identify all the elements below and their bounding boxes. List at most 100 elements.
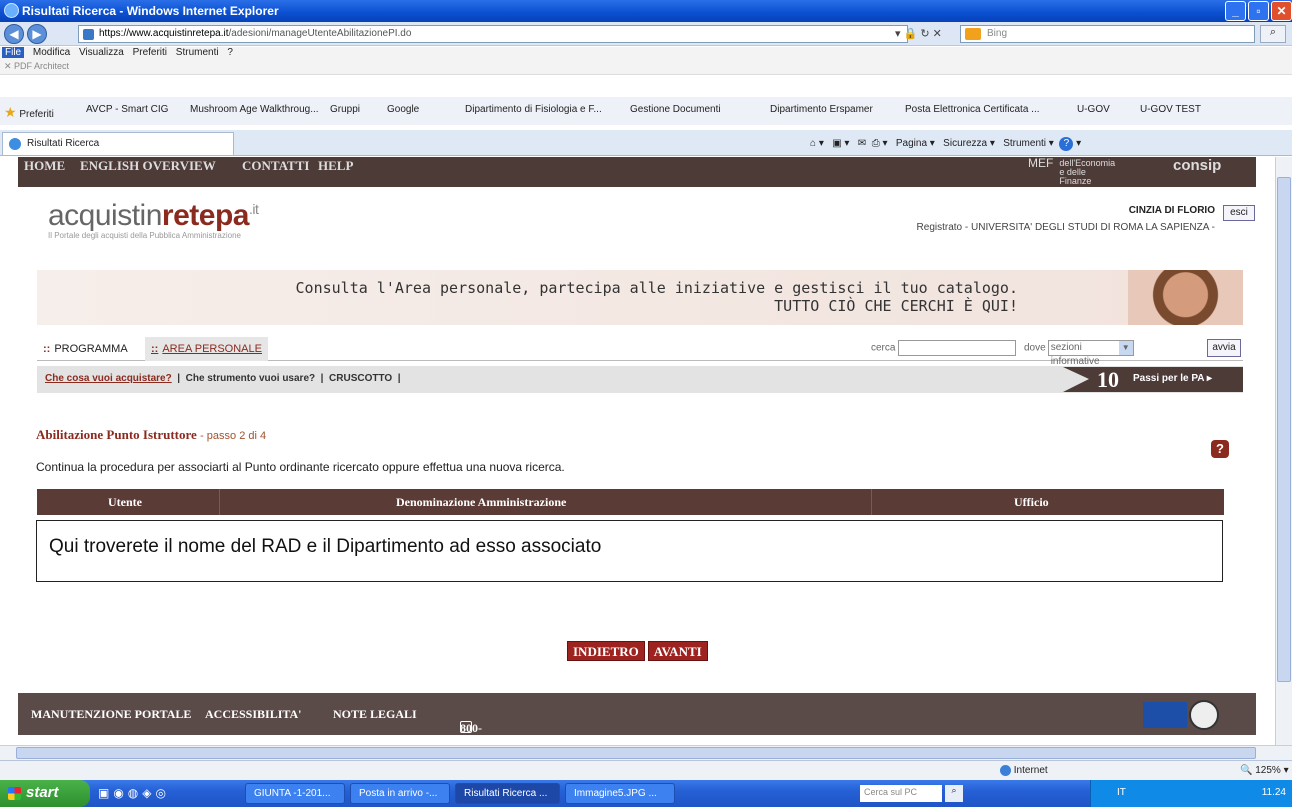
banner-line-1: Consulta l'Area personale, partecipa all… [295,279,1018,297]
clock: 11.24 [1261,787,1286,798]
windows-logo-icon [8,787,21,800]
maximize-button[interactable]: ▫ [1248,1,1269,21]
site-search: cerca [871,340,1017,356]
minimize-button[interactable]: _ [1225,1,1246,21]
nav-home[interactable]: HOME [24,158,65,174]
task-posta[interactable]: Posta in arrivo -... [350,783,450,804]
menu-preferiti[interactable]: Preferiti [133,47,167,58]
footer-note-legali[interactable]: NOTE LEGALI [333,707,417,722]
taskbar: start ▣◉◍◈◎ GIUNTA -1-201... Posta in ar… [0,780,1292,807]
quick-launch[interactable]: ▣◉◍◈◎ [98,786,170,800]
search-scope: dove sezioni informative ▼ [1024,340,1134,367]
start-button[interactable]: start [0,780,90,807]
logout-button[interactable]: esci [1223,205,1255,221]
dieci-passi-link[interactable]: 10 Passi per le PA ▸ [1063,367,1243,392]
taskbar-search-icon[interactable]: ⌕ [945,785,963,802]
fav-avcp[interactable]: AVCP - Smart CIG [86,104,168,115]
footer-manutenzione[interactable]: MANUTENZIONE PORTALE [31,707,191,722]
submenu-cruscotto[interactable]: CRUSCOTTO [329,373,392,384]
url-path: /adesioni/manageUtenteAbilitazionePI.do [228,28,412,39]
scope-select[interactable]: sezioni informative ▼ [1047,340,1134,367]
nav-english-overview[interactable]: ENGLISH OVERVIEW [80,158,216,174]
footer-accessibilita[interactable]: ACCESSIBILITA' [205,707,301,722]
pagina-menu[interactable]: Pagina [896,138,927,149]
col-utente: Utente [108,495,142,509]
horizontal-scrollbar[interactable] [0,745,1292,760]
ie-logo-icon [4,3,19,18]
fav-google[interactable]: Google [387,104,419,115]
search-input[interactable]: Bing [960,25,1255,43]
menu-area-personale[interactable]: :: AREA PERSONALE [145,337,268,361]
menu-bar: File Modifica Visualizza Preferiti Strum… [0,47,1292,61]
task-giunta[interactable]: GIUNTA -1-201... [245,783,345,804]
menu-strumenti[interactable]: Strumenti [176,47,219,58]
site-search-input[interactable] [898,340,1017,356]
logo-tagline: Il Portale degli acquisti della Pubblica… [48,231,241,240]
chevron-down-icon: ▼ [1118,341,1133,355]
zoom-control[interactable]: 🔍 125% ▾ [1240,765,1289,776]
submenu-strumento[interactable]: Che strumento vuoi usare? [186,373,315,384]
search-go-button[interactable]: ⌕ [1260,25,1286,43]
zone-indicator: Internet [1000,765,1048,776]
fav-dipartimento-fisiologia[interactable]: Dipartimento di Fisiologia e F... [465,104,602,115]
menu-help[interactable]: ? [227,47,233,58]
fav-gestione-documenti[interactable]: Gestione Documenti [630,104,721,115]
fav-gruppi[interactable]: Gruppi [330,104,360,115]
home-icon[interactable]: ⌂ ▾ [810,138,824,149]
fav-ugov-test[interactable]: U-GOV TEST [1140,104,1201,115]
menu-file[interactable]: File [2,47,25,58]
security-lock-icon[interactable]: ▾ 🔒 ↻ ✕ [895,27,942,40]
taskbar-search-input[interactable]: Cerca sul PC [860,785,942,802]
command-bar: ⌂ ▾ ▣ ▾ ✉ ⎙ ▾ Pagina ▾ Sicurezza ▾ Strum… [810,137,1082,151]
url-input[interactable]: https://www.acquistinretepa.it/adesioni/… [78,25,908,43]
mef-logo: MEF dell'Economia e delle Finanze [1028,157,1116,186]
site-footer: MANUTENZIONE PORTALE ACCESSIBILITA' NOTE… [18,693,1256,745]
promo-banner[interactable]: Consulta l'Area personale, partecipa all… [37,270,1243,325]
user-info: CINZIA DI FLORIO Registrato - UNIVERSITA… [917,205,1215,233]
feeds-icon[interactable]: ▣ ▾ [832,138,849,149]
back-button[interactable]: INDIETRO [567,641,645,661]
user-name: CINZIA DI FLORIO [1128,205,1215,216]
annotation-box: Qui troverete il nome del RAD e il Dipar… [36,520,1223,582]
address-bar: ◀ ▶ https://www.acquistinretepa.it/adesi… [0,22,1292,46]
print-icon[interactable]: ⎙ ▾ [872,138,888,149]
search-label: cerca [871,342,896,354]
forward-nav-button[interactable]: ▶ [27,24,47,44]
nav-help[interactable]: HELP [318,158,353,174]
next-button[interactable]: AVANTI [647,641,708,661]
window-title: Risultati Ricerca - Windows Internet Exp… [22,4,279,18]
strumenti-menu[interactable]: Strumenti [1003,138,1046,149]
consip-logo: consip [1173,157,1222,174]
fav-mushroom[interactable]: Mushroom Age Walkthroug... [190,104,319,115]
dieci-passi-label: Passi per le PA ▸ [1133,373,1212,384]
sicurezza-menu[interactable]: Sicurezza [943,138,987,149]
language-indicator[interactable]: IT [1117,787,1126,798]
dove-label: dove [1024,342,1046,354]
back-nav-button[interactable]: ◀ [4,24,24,44]
task-immagine5[interactable]: Immagine5.JPG ... [565,783,675,804]
window-title-bar: Risultati Ricerca - Windows Internet Exp… [0,0,1292,22]
question-help-icon[interactable]: ? [1211,440,1229,458]
fav-pec[interactable]: Posta Elettronica Certificata ... [905,104,1040,115]
pdf-close-icon[interactable]: ✕ [4,61,14,71]
mail-icon[interactable]: ✉ [858,138,866,149]
menu-visualizza[interactable]: Visualizza [79,47,124,58]
tab-risultati-ricerca[interactable]: Risultati Ricerca [2,132,234,155]
vertical-scrollbar[interactable] [1275,157,1292,745]
nav-contatti[interactable]: CONTATTI [242,158,309,174]
task-risultati-ricerca[interactable]: Risultati Ricerca ... [455,783,560,804]
help-icon[interactable]: ? [1059,137,1074,151]
fav-dipartimento-erspamer[interactable]: Dipartimento Erspamer [770,104,873,115]
ie-page-icon [9,138,21,150]
submenu-cosa-acquistare[interactable]: Che cosa vuoi acquistare? [45,373,172,384]
favorites-button[interactable]: ★ Preferiti [4,104,54,121]
site-logo[interactable]: acquistinretepa.it Il Portale degli acqu… [48,199,259,240]
close-button[interactable]: ✕ [1271,1,1292,21]
menu-modifica[interactable]: Modifica [33,47,70,58]
fav-ugov[interactable]: U-GOV [1077,104,1110,115]
search-submit-button[interactable]: avvia [1207,339,1241,357]
menu-programma[interactable]: :: PROGRAMMA [37,337,134,361]
step-indicator: - passo 2 di 4 [200,430,267,442]
pdf-toolbar-label: PDF Architect [14,61,70,71]
page-title: Abilitazione Punto Istruttore - passo 2 … [36,427,267,442]
